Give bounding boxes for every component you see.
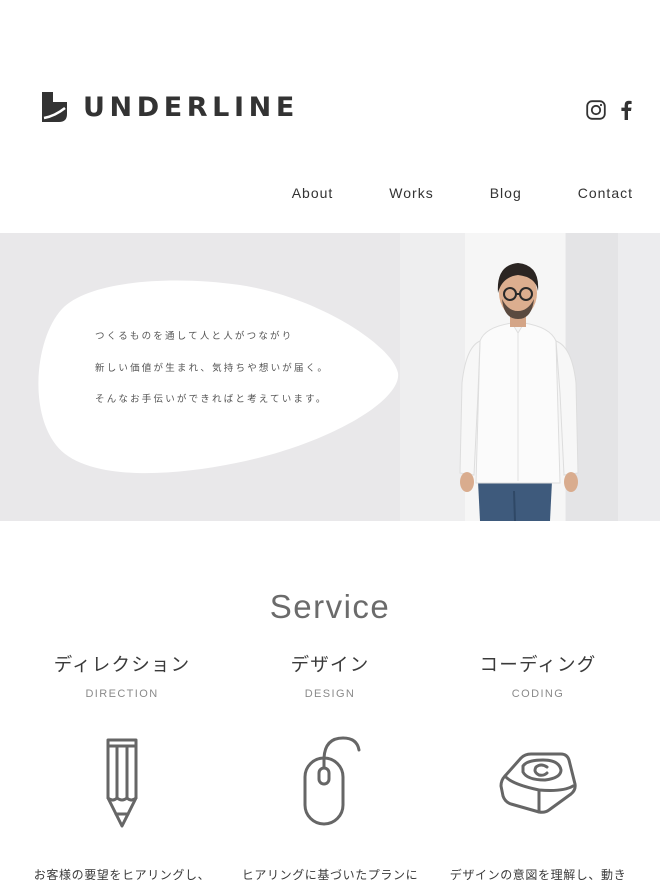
nav-contact[interactable]: Contact (578, 185, 633, 201)
service-item-coding: コーディング CODING デザインの意図を理解し、動き (428, 652, 648, 880)
hero-photo (400, 233, 660, 521)
service-item-subtitle: CODING (511, 688, 565, 700)
logo-text: UNDERLINE (83, 91, 299, 123)
social-links (586, 100, 632, 124)
service-item-direction: ディレクション DIRECTION お客様の要望をヒアリングし、 (12, 652, 232, 880)
service-item-subtitle: DIRECTION (85, 688, 159, 700)
service-item-description: お客様の要望をヒアリングし、 (33, 868, 211, 880)
service-item-title: コーディング (479, 655, 597, 676)
service-item-description: ヒアリングに基づいたプランに (241, 868, 419, 880)
nav-about[interactable]: About (292, 185, 334, 201)
facebook-icon[interactable] (620, 100, 632, 124)
service-item-description: デザインの意図を理解し、動き (449, 868, 627, 880)
service-item-subtitle: DESIGN (304, 688, 356, 700)
hero-section: つくるものを通して人と人がつながり 新しい価値が生まれ、気持ちや想いが届く。 そ… (0, 233, 660, 521)
main-nav: About Works Blog Contact (292, 185, 633, 201)
instagram-icon[interactable] (586, 100, 606, 124)
hero-line-2: 新しい価値が生まれ、気持ちや想いが届く。 (95, 362, 330, 374)
hero-line-3: そんなお手伝いができればと考えています。 (95, 394, 328, 405)
mouse-icon (303, 736, 361, 826)
service-item-title: ディレクション (53, 655, 191, 676)
service-item-title: デザイン (290, 655, 370, 676)
logo-mark-icon (42, 92, 67, 122)
site-logo[interactable]: UNDERLINE (42, 92, 299, 122)
pencil-icon (106, 738, 138, 828)
hero-line-1: つくるものを通して人と人がつながり (95, 331, 294, 342)
keyboard-key-icon (499, 752, 577, 814)
nav-works[interactable]: Works (389, 185, 433, 201)
service-title: Service (269, 588, 391, 625)
service-item-design: デザイン DESIGN ヒアリングに基づいたプランに (220, 652, 440, 880)
hero-copy: つくるものを通して人と人がつながり 新しい価値が生まれ、気持ちや想いが届く。 そ… (95, 332, 329, 427)
nav-blog[interactable]: Blog (490, 185, 522, 201)
